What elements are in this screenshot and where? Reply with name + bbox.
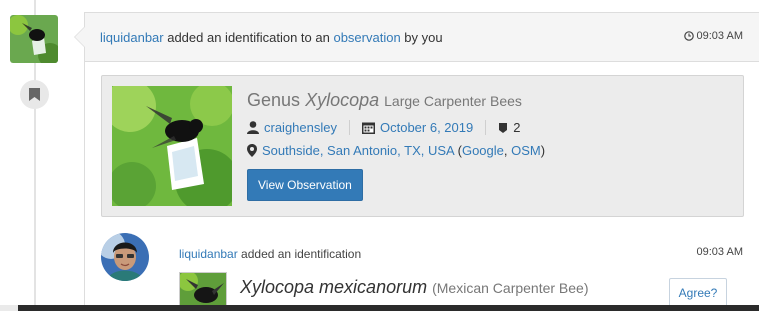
observation-panel: Genus Xylocopa Large Carpenter Bees crai… [101, 75, 744, 217]
id-count-text: 2 [513, 120, 521, 135]
header-time-text: 09:03 AM [696, 30, 743, 42]
map-links-open: ( [454, 143, 462, 158]
clock-icon [683, 31, 694, 41]
activity-header: liquidanbar added an identification to a… [74, 13, 759, 62]
header-text-before: added an identification to an [163, 30, 334, 45]
map-links-close: ) [540, 143, 546, 158]
date-link[interactable]: October 6, 2019 [380, 120, 473, 135]
ident-common-name: (Mexican Carpenter Bee) [432, 280, 589, 296]
observation-info: Genus Xylocopa Large Carpenter Bees crai… [247, 90, 545, 201]
taxon-rank: Genus [247, 90, 301, 110]
ident-taxon-name: Xylocopa mexicanorum [240, 277, 428, 297]
header-observation-link[interactable]: observation [333, 30, 400, 45]
bottom-bar-edge [0, 305, 18, 311]
ident-user-link[interactable]: liquidanbar [179, 247, 238, 261]
observed-date: October 6, 2019 [362, 120, 473, 135]
header-text-after: by you [400, 30, 443, 45]
calendar-icon [362, 122, 375, 134]
view-observation-button[interactable]: View Observation [247, 169, 363, 201]
identification-summary: liquidanbar added an identification [179, 247, 361, 261]
observer: craighensley [247, 120, 337, 135]
id-badge-icon [499, 122, 508, 133]
ident-text: added an identification [237, 247, 362, 261]
identification-count: 2 [498, 120, 520, 135]
google-map-link[interactable]: Google [462, 143, 504, 158]
map-marker-icon [247, 144, 257, 157]
header-user-link[interactable]: liquidanbar [100, 30, 164, 45]
observation-photo[interactable] [112, 86, 232, 206]
place-link[interactable]: Southside, San Antonio, TX, USA [262, 143, 454, 158]
bookmark-button[interactable] [20, 80, 49, 109]
agree-button[interactable]: Agree? [669, 278, 727, 307]
bookmark-icon [29, 88, 40, 101]
observation-meta: craighensley October 6, 2019 2 [247, 120, 545, 135]
activity-summary: liquidanbar added an identification to a… [100, 30, 443, 45]
header-timestamp: 09:03 AM [683, 30, 743, 42]
identification-timestamp: 09:03 AM [696, 246, 743, 258]
meta-divider [349, 120, 350, 135]
observer-link[interactable]: craighensley [264, 120, 337, 135]
identification-taxon[interactable]: Xylocopa mexicanorum (Mexican Carpenter … [240, 277, 589, 298]
header-arrow-inner [75, 27, 85, 47]
bottom-bar [0, 305, 759, 311]
observation-taxon[interactable]: Genus Xylocopa Large Carpenter Bees [247, 90, 545, 111]
osm-map-link[interactable]: OSM [511, 143, 541, 158]
activity-card: liquidanbar added an identification to a… [74, 12, 759, 311]
avatar[interactable] [101, 233, 149, 281]
user-icon [247, 121, 259, 134]
meta-divider [485, 120, 487, 135]
observation-place: Southside, San Antonio, TX, USA (Google,… [247, 143, 545, 158]
taxon-name: Xylocopa [305, 90, 380, 110]
observation-thumbnail[interactable] [10, 15, 58, 63]
taxon-common-name: Large Carpenter Bees [384, 93, 522, 109]
